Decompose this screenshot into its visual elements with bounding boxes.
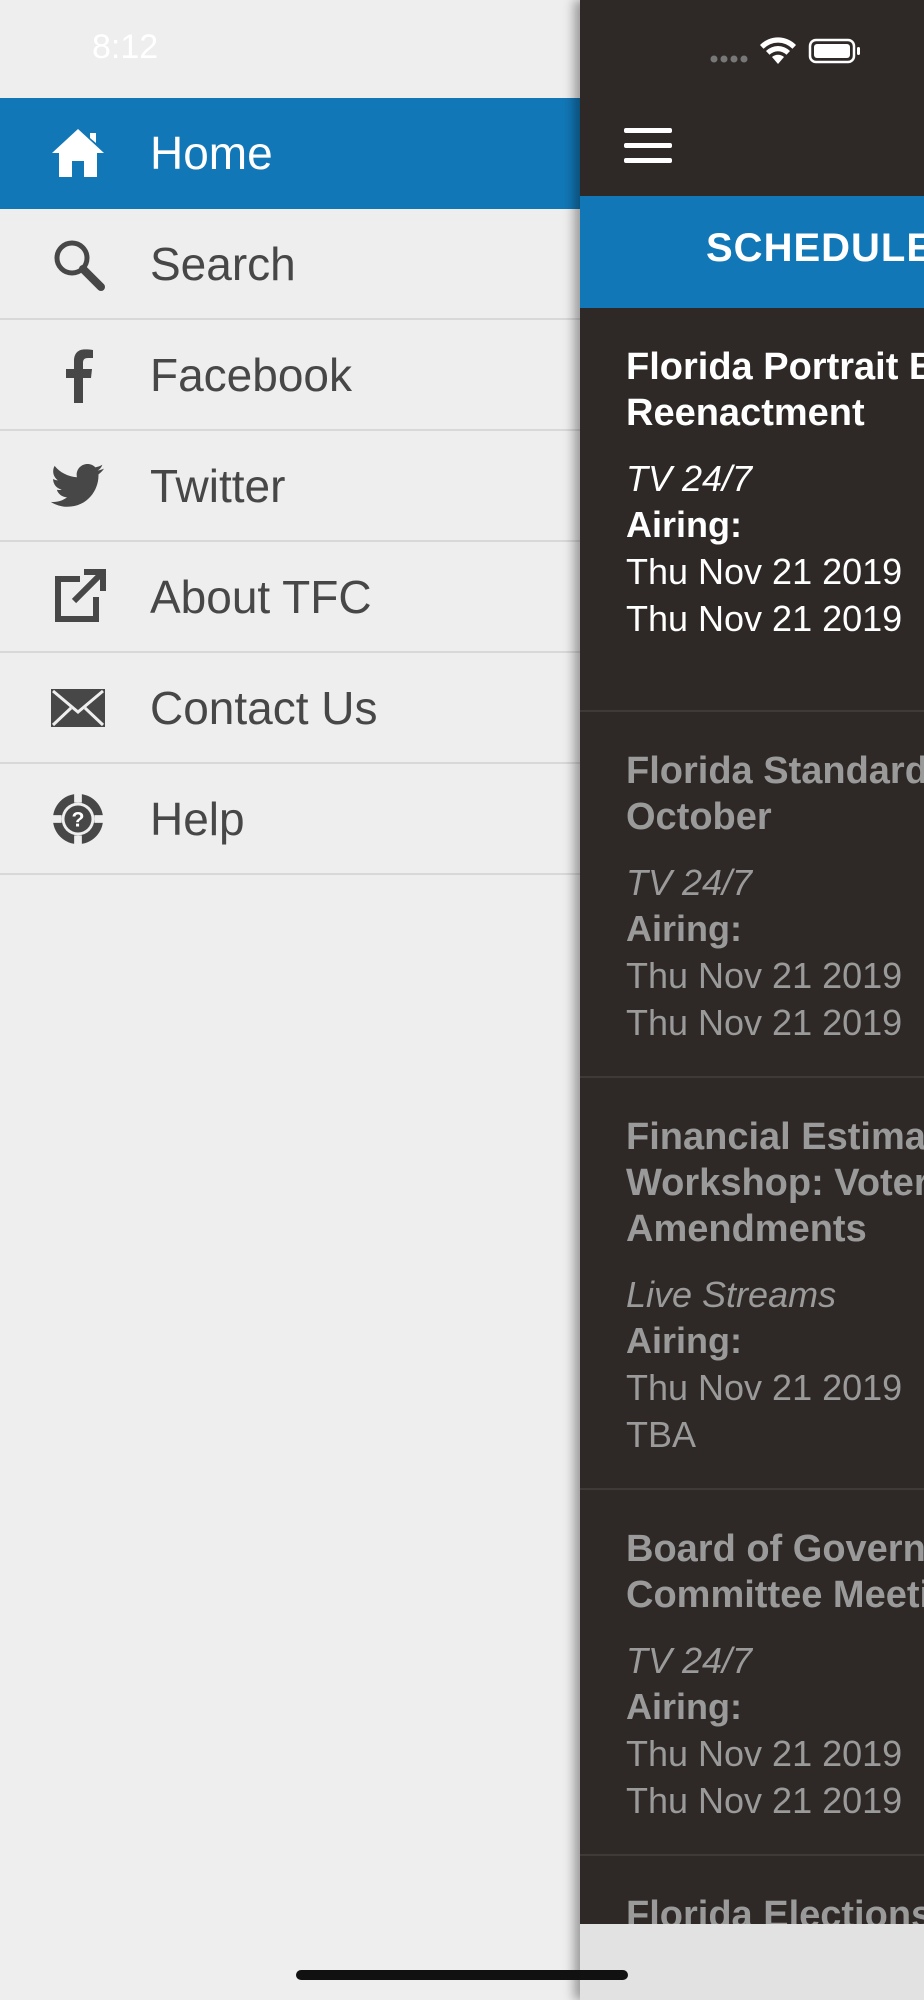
schedule-title: SCHEDULE (706, 226, 924, 270)
menu-item-label: Help (150, 792, 245, 845)
status-bar (580, 0, 924, 98)
menu-item-label: Home (150, 126, 273, 179)
schedule-header: SCHEDULE (580, 196, 924, 308)
schedule-item-time: Thu Nov 21 2019 (626, 598, 903, 639)
svg-text:?: ? (72, 807, 85, 831)
schedule-item-airing-label: Airing: (626, 1320, 742, 1361)
schedule-item-category: TV 24/7 (626, 1640, 753, 1681)
menu-item-label: Twitter (150, 459, 286, 512)
hamburger-menu-icon[interactable] (624, 128, 672, 164)
menu-item-label: Contact Us (150, 681, 378, 734)
schedule-item[interactable]: Florida Standard Naples, October TV 24/7… (580, 712, 924, 1078)
menu-item-help[interactable]: ? Help (0, 764, 580, 875)
signal-icon (710, 55, 748, 63)
menu-item-twitter[interactable]: Twitter (0, 431, 580, 542)
menu-item-search[interactable]: Search (0, 209, 580, 320)
schedule-list: Florida Portrait Bridge Reenactment TV 2… (580, 308, 924, 2000)
menu-item-contact[interactable]: Contact Us (0, 653, 580, 764)
twitter-icon (50, 458, 106, 514)
schedule-item-time: Thu Nov 21 2019 (626, 955, 903, 996)
envelope-icon (50, 680, 106, 736)
schedule-item-airing-label: Airing: (626, 1686, 742, 1727)
schedule-item-airing-label: Airing: (626, 908, 742, 949)
schedule-item-title: Board of Governors Committee Meeting (626, 1528, 924, 1616)
schedule-item-title: Florida Standard Naples, October (626, 750, 924, 838)
schedule-item-title: Florida Portrait Bridge Reenactment (626, 346, 924, 434)
home-icon (50, 125, 106, 181)
schedule-item[interactable]: Board of Governors Committee Meeting TV … (580, 1490, 924, 1856)
schedule-item-time: Thu Nov 21 2019 (626, 1733, 903, 1774)
schedule-item-time: Thu Nov 21 2019 (626, 1367, 903, 1408)
schedule-item-time: Thu Nov 21 2019 (626, 1780, 903, 1821)
schedule-item-time: TBA (626, 1414, 697, 1455)
wifi-icon (760, 37, 796, 64)
facebook-icon (50, 347, 106, 403)
external-link-icon (50, 568, 106, 625)
help-lifebuoy-icon: ? (50, 791, 106, 847)
schedule-item-time: Thu Nov 21 2019 (626, 551, 903, 592)
schedule-item-airing-label: Airing: (626, 504, 742, 545)
menu-list: Home Search Facebook Twitter About TFC C… (0, 98, 580, 875)
menu-item-label: About TFC (150, 570, 372, 623)
battery-icon (808, 38, 860, 64)
schedule-item-category: Live Streams (626, 1274, 837, 1315)
schedule-item-time: Thu Nov 21 2019 (626, 1002, 903, 1043)
search-icon (50, 236, 106, 292)
schedule-item-title: Financial Estimating Workshop: Voter Ame… (626, 1116, 924, 1250)
side-menu: 8:12 Home Search Facebook Twitter About … (0, 0, 580, 2000)
menu-item-facebook[interactable]: Facebook (0, 320, 580, 431)
menu-item-label: Search (150, 237, 296, 290)
menu-item-about[interactable]: About TFC (0, 542, 580, 653)
status-icons (710, 37, 860, 64)
schedule-item-category: TV 24/7 (626, 458, 753, 499)
home-indicator[interactable] (296, 1970, 628, 1980)
menu-item-home[interactable]: Home (0, 98, 580, 209)
schedule-panel[interactable]: SCHEDULE Florida Portrait Bridge Reenact… (580, 0, 924, 2000)
status-time: 8:12 (92, 28, 159, 66)
menu-item-label: Facebook (150, 348, 353, 401)
schedule-item[interactable]: Financial Estimating Workshop: Voter Ame… (580, 1078, 924, 1490)
schedule-item[interactable]: Florida Portrait Bridge Reenactment TV 2… (580, 308, 924, 712)
bottom-bar (580, 1924, 924, 2000)
schedule-item-category: TV 24/7 (626, 862, 753, 903)
